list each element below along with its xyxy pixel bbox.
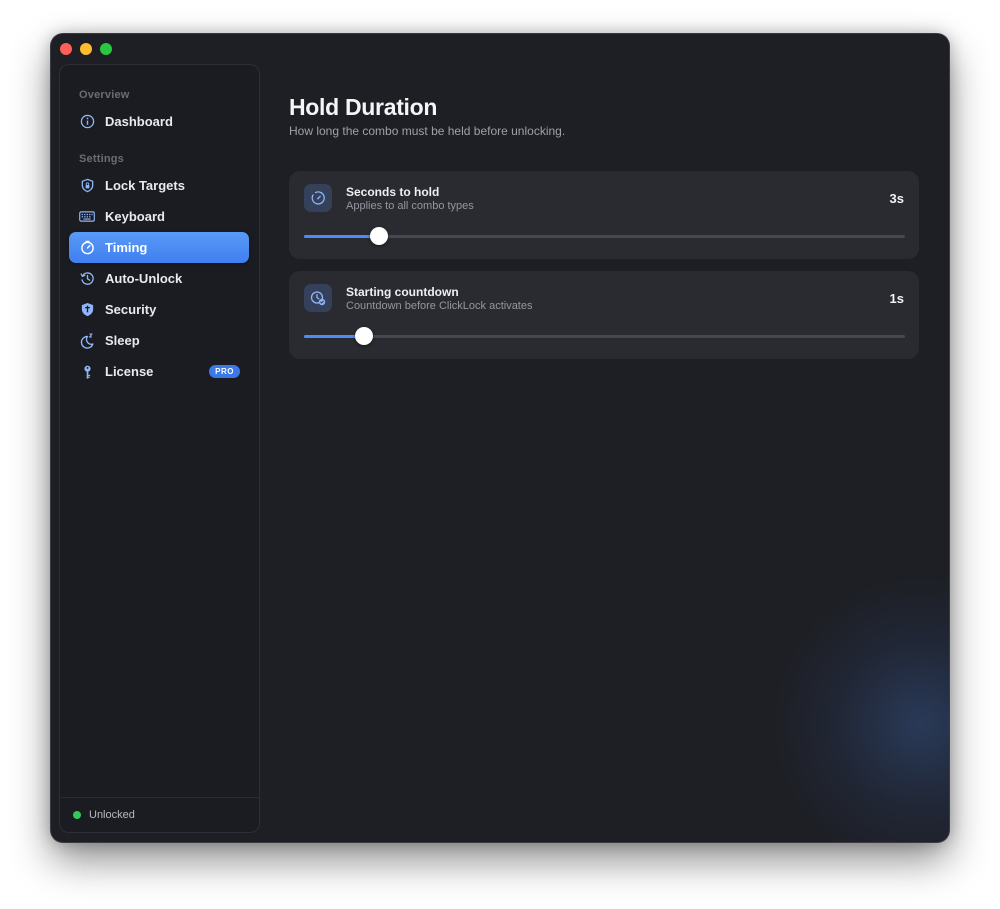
pro-badge: PRO — [209, 365, 240, 378]
sidebar: Overview Dashboard Settings Lock Targets… — [59, 64, 260, 833]
minimize-window-button[interactable] — [80, 43, 92, 55]
starting-countdown-card: Starting countdown Countdown before Clic… — [289, 271, 919, 359]
slider-thumb[interactable] — [370, 227, 389, 245]
sidebar-item-keyboard[interactable]: Keyboard — [69, 201, 249, 232]
sidebar-item-timing[interactable]: Timing — [69, 232, 249, 263]
keyboard-icon — [79, 209, 95, 225]
clock-badge-icon — [304, 284, 332, 312]
sidebar-item-license[interactable]: License PRO — [69, 356, 249, 387]
sidebar-section-overview: Overview — [79, 89, 130, 101]
card-value: 3s — [889, 191, 904, 206]
shield-icon — [79, 302, 95, 318]
sidebar-item-auto-unlock[interactable]: Auto-Unlock — [69, 263, 249, 294]
page-title: Hold Duration — [289, 94, 438, 120]
key-icon — [79, 364, 95, 380]
background-glow — [771, 574, 949, 842]
starting-countdown-slider[interactable] — [304, 327, 905, 345]
sidebar-item-sleep[interactable]: Sleep — [69, 325, 249, 356]
card-description: Applies to all combo types — [346, 200, 474, 212]
sidebar-item-label: Auto-Unlock — [105, 271, 183, 286]
sidebar-item-security[interactable]: Security — [69, 294, 249, 325]
zoom-window-button[interactable] — [100, 43, 112, 55]
sidebar-item-label: Lock Targets — [105, 178, 185, 193]
clock-history-icon — [79, 271, 95, 287]
status-text: Unlocked — [89, 809, 135, 821]
sidebar-item-label: License — [105, 364, 154, 379]
slider-fill — [304, 235, 380, 238]
sidebar-item-label: Dashboard — [105, 114, 173, 129]
sidebar-item-label: Timing — [105, 240, 148, 255]
sidebar-item-lock-targets[interactable]: Lock Targets — [69, 170, 249, 201]
info-icon — [79, 114, 95, 130]
card-title: Seconds to hold — [346, 185, 440, 199]
sidebar-item-label: Keyboard — [105, 209, 165, 224]
shield-lock-icon — [79, 178, 95, 194]
sidebar-footer: Unlocked — [60, 797, 259, 832]
card-value: 1s — [889, 291, 904, 306]
status-indicator-dot — [73, 811, 81, 819]
seconds-to-hold-slider[interactable] — [304, 227, 905, 245]
seconds-to-hold-card: Seconds to hold Applies to all combo typ… — [289, 171, 919, 259]
timer-icon — [79, 240, 95, 256]
page-subtitle: How long the combo must be held before u… — [289, 124, 566, 138]
sidebar-item-label: Sleep — [105, 333, 140, 348]
close-window-button[interactable] — [60, 43, 72, 55]
slider-thumb[interactable] — [355, 327, 374, 345]
sidebar-item-dashboard[interactable]: Dashboard — [69, 106, 249, 137]
sidebar-item-label: Security — [105, 302, 157, 317]
app-window: Overview Dashboard Settings Lock Targets… — [51, 34, 949, 842]
card-description: Countdown before ClickLock activates — [346, 300, 533, 312]
moon-zzz-icon — [79, 333, 95, 349]
card-title: Starting countdown — [346, 285, 459, 299]
timer-icon — [304, 184, 332, 212]
sidebar-section-settings: Settings — [79, 153, 124, 165]
